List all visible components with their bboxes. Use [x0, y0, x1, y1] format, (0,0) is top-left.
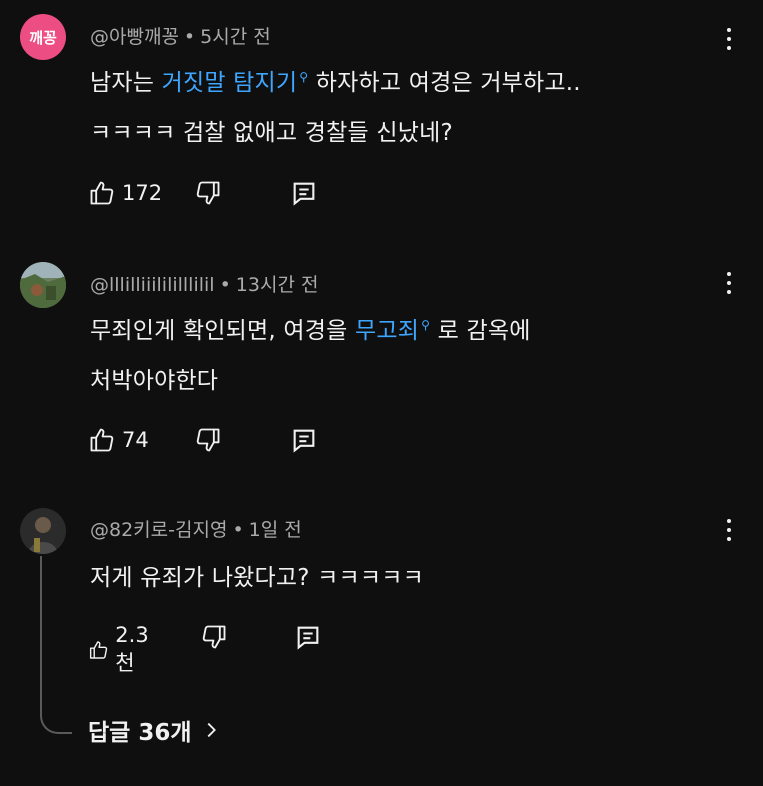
- avatar[interactable]: [20, 508, 66, 554]
- avatar-label: 깨꽁: [20, 14, 66, 60]
- thumbs-down-icon: [202, 625, 226, 649]
- author-name[interactable]: @lllilliiilililllilil: [90, 274, 215, 296]
- author-name[interactable]: @82키로-김지영: [90, 519, 227, 541]
- comment-meta: @lllilliiilililllilil • 13시간 전: [90, 270, 318, 297]
- separator-dot: •: [232, 519, 244, 541]
- like-button[interactable]: 74: [88, 426, 149, 454]
- search-link[interactable]: 거짓말 탐지기 ⚲: [162, 70, 309, 96]
- thread-connector: [40, 556, 72, 734]
- comment-text-line: 저게 유죄가 나왔다고? ㅋㅋㅋㅋㅋ: [90, 565, 424, 591]
- like-count: 2.3천: [115, 623, 149, 675]
- comment-text-line: 처박아야한다: [90, 368, 219, 394]
- search-link[interactable]: 무고죄 ⚲: [355, 318, 430, 344]
- comment-meta: @82키로-김지영 • 1일 전: [90, 515, 302, 542]
- thumbs-up-icon: [89, 641, 108, 659]
- comment-text-line: 무죄인게 확인되면, 여경을 무고죄 ⚲ 로 감옥에: [90, 318, 531, 344]
- dislike-button[interactable]: [194, 426, 222, 454]
- separator-dot: •: [219, 274, 231, 296]
- thumbs-down-icon: [196, 181, 220, 205]
- avatar[interactable]: [20, 262, 66, 308]
- search-icon: ⚲: [421, 318, 431, 333]
- reply-button[interactable]: [290, 179, 318, 207]
- chevron-right-icon: [207, 722, 216, 738]
- author-name[interactable]: @아빵깨꽁: [90, 26, 179, 48]
- reply-button[interactable]: [294, 623, 322, 651]
- replies-label: 답글 36개: [88, 720, 192, 746]
- timestamp[interactable]: 5시간 전: [200, 26, 271, 48]
- comment-meta: @아빵깨꽁 • 5시간 전: [90, 22, 271, 49]
- more-vert-icon[interactable]: [722, 272, 736, 296]
- more-vert-icon[interactable]: [722, 519, 736, 543]
- separator-dot: •: [183, 26, 196, 48]
- comment-text-line: 남자는 거짓말 탐지기 ⚲ 하자하고 여경은 거부하고..: [90, 70, 581, 96]
- reply-icon: [293, 182, 315, 206]
- like-button[interactable]: 2.3천: [88, 623, 155, 677]
- timestamp[interactable]: 13시간 전: [236, 274, 319, 296]
- reply-icon: [293, 429, 315, 453]
- thumbs-up-icon: [90, 181, 114, 205]
- avatar-image: [20, 508, 66, 554]
- avatar-image: [20, 262, 66, 308]
- like-count: 74: [122, 428, 149, 452]
- like-button[interactable]: 172: [88, 179, 162, 207]
- like-count: 172: [122, 181, 163, 205]
- more-vert-icon[interactable]: [722, 28, 736, 52]
- thumbs-down-icon: [196, 428, 220, 452]
- thumbs-up-icon: [90, 428, 114, 452]
- reply-button[interactable]: [290, 426, 318, 454]
- reply-icon: [297, 626, 319, 650]
- comment-text-line: ㅋㅋㅋㅋ 검찰 없애고 경찰들 신났네?: [90, 120, 453, 146]
- dislike-button[interactable]: [200, 623, 228, 651]
- search-icon: ⚲: [299, 70, 309, 85]
- view-replies-button[interactable]: 답글 36개: [88, 713, 222, 747]
- avatar[interactable]: 깨꽁: [20, 14, 66, 60]
- dislike-button[interactable]: [194, 179, 222, 207]
- timestamp[interactable]: 1일 전: [249, 519, 302, 541]
